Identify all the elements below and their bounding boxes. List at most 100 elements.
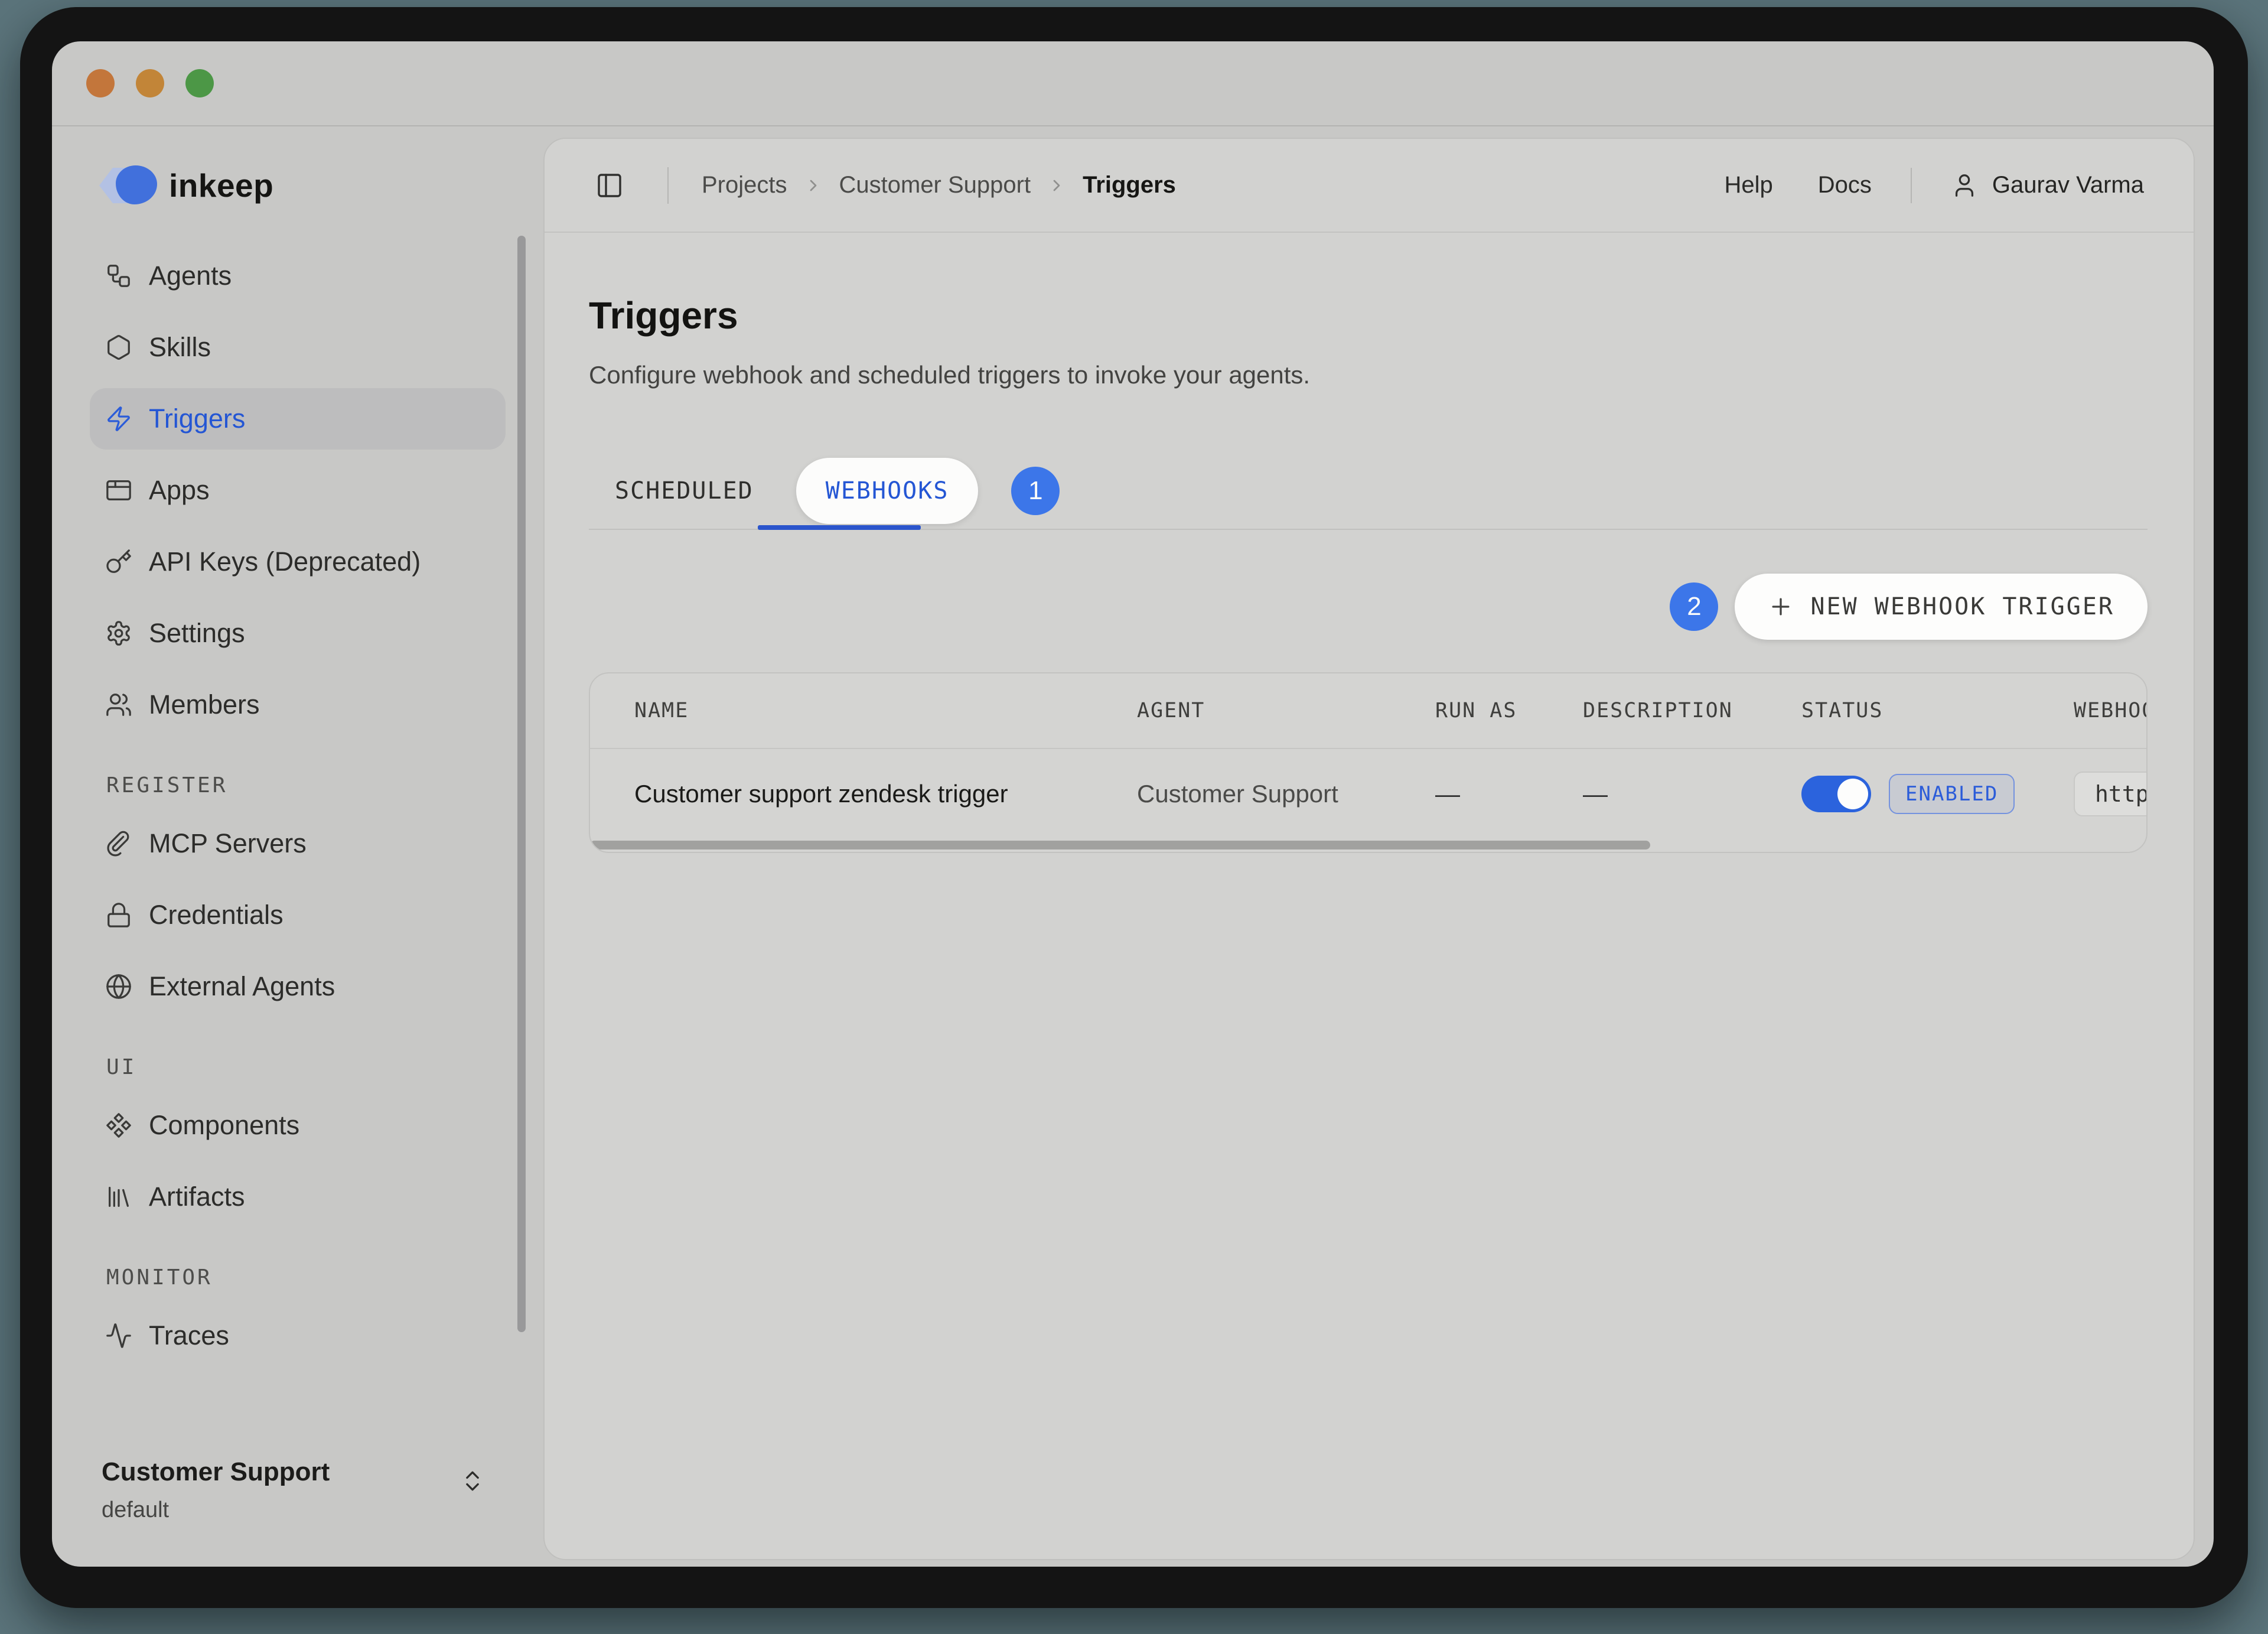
trigger-name[interactable]: Customer support zendesk trigger	[634, 780, 1137, 808]
sidebar-item-label: Traces	[149, 1320, 229, 1351]
header-divider	[667, 167, 669, 204]
sidebar-toggle-icon[interactable]	[595, 171, 624, 200]
sidebar: inkeep Agents Skills Triggers Apps	[52, 126, 543, 1567]
trigger-description: —	[1583, 780, 1801, 808]
library-icon	[105, 1183, 132, 1210]
trigger-webhook-cell: https	[2074, 772, 2148, 816]
help-link[interactable]: Help	[1724, 172, 1772, 198]
mcp-icon	[105, 830, 132, 857]
header-links: Help Docs	[1724, 172, 1871, 198]
main-panel: Projects Customer Support Triggers Help …	[543, 138, 2195, 1560]
sidebar-item-label: Members	[149, 689, 260, 720]
column-header-description: DESCRIPTION	[1583, 699, 1801, 722]
page-header: Projects Customer Support Triggers Help …	[545, 139, 2194, 233]
trigger-status-cell: ENABLED	[1801, 774, 2074, 814]
tabs-separator	[589, 529, 2148, 530]
column-header-name: NAME	[634, 699, 1137, 722]
table-header-row: NAME AGENT RUN AS DESCRIPTION STATUS WEB…	[590, 673, 2148, 749]
project-switcher[interactable]: Customer Support default	[102, 1457, 489, 1523]
status-badge: ENABLED	[1889, 774, 2015, 814]
tab-webhooks[interactable]: WEBHOOKS	[796, 458, 979, 524]
sidebar-item-mcp-servers[interactable]: MCP Servers	[90, 813, 506, 874]
app-window: inkeep Agents Skills Triggers Apps	[52, 41, 2214, 1567]
chevron-right-icon	[1047, 176, 1066, 195]
sidebar-item-label: Artifacts	[149, 1181, 245, 1212]
minimize-window-button[interactable]	[136, 69, 164, 97]
sidebar-item-agents[interactable]: Agents	[90, 245, 506, 307]
gear-icon	[105, 620, 132, 647]
globe-icon	[105, 973, 132, 1000]
app-window-icon	[105, 477, 132, 504]
scrollbar-thumb[interactable]	[590, 841, 1650, 849]
users-icon	[105, 691, 132, 718]
sidebar-item-settings[interactable]: Settings	[90, 603, 506, 664]
new-webhook-trigger-button[interactable]: NEW WEBHOOK TRIGGER	[1735, 574, 2148, 640]
zap-icon	[105, 405, 132, 432]
lock-icon	[105, 901, 132, 929]
tab-scheduled[interactable]: SCHEDULED	[589, 477, 780, 504]
sidebar-item-members[interactable]: Members	[90, 674, 506, 735]
sidebar-section-ui: UI	[90, 1055, 506, 1079]
sidebar-item-api-keys[interactable]: API Keys (Deprecated)	[90, 531, 506, 593]
sidebar-item-apps[interactable]: Apps	[90, 460, 506, 521]
status-toggle[interactable]	[1801, 776, 1871, 812]
sidebar-item-traces[interactable]: Traces	[90, 1305, 506, 1366]
chevrons-up-down-icon	[460, 1468, 485, 1494]
chevron-right-icon	[804, 176, 823, 195]
column-header-agent: AGENT	[1137, 699, 1435, 722]
sidebar-item-triggers[interactable]: Triggers	[90, 388, 506, 450]
inkeep-logo-text: inkeep	[169, 167, 273, 204]
trigger-agent: Customer Support	[1137, 780, 1435, 808]
tabs: SCHEDULED WEBHOOKS 1	[589, 458, 2148, 524]
page-content: Triggers Configure webhook and scheduled…	[545, 294, 2194, 853]
sidebar-scrollbar[interactable]	[517, 236, 526, 1332]
page-subtitle: Configure webhook and scheduled triggers…	[589, 361, 2148, 389]
inkeep-logo[interactable]: inkeep	[99, 165, 273, 206]
project-switcher-environment: default	[102, 1498, 489, 1523]
sidebar-item-label: Agents	[149, 261, 232, 291]
close-window-button[interactable]	[86, 69, 115, 97]
window-titlebar	[52, 41, 2214, 126]
triggers-table: NAME AGENT RUN AS DESCRIPTION STATUS WEB…	[589, 672, 2148, 853]
trigger-run-as: —	[1435, 780, 1583, 808]
desktop-background: inkeep Agents Skills Triggers Apps	[0, 0, 2268, 1634]
table-horizontal-scrollbar[interactable]	[590, 839, 2146, 852]
sidebar-item-credentials[interactable]: Credentials	[90, 884, 506, 946]
sidebar-nav: Agents Skills Triggers Apps API Keys (De…	[90, 245, 506, 1376]
table-row[interactable]: Customer support zendesk trigger Custome…	[590, 749, 2148, 839]
component-icon	[105, 1112, 132, 1139]
sidebar-item-label: Components	[149, 1110, 299, 1141]
new-webhook-trigger-label: NEW WEBHOOK TRIGGER	[1810, 593, 2114, 620]
breadcrumb: Projects Customer Support Triggers	[702, 172, 1176, 198]
docs-link[interactable]: Docs	[1818, 172, 1872, 198]
sidebar-section-monitor: MONITOR	[90, 1265, 506, 1290]
sidebar-item-label: Triggers	[149, 403, 245, 434]
column-header-run-as: RUN AS	[1435, 699, 1583, 722]
sidebar-item-label: Skills	[149, 332, 211, 363]
project-switcher-name: Customer Support	[102, 1457, 489, 1487]
sidebar-section-register: REGISTER	[90, 773, 506, 798]
user-menu[interactable]: Gaurav Varma	[1951, 172, 2144, 199]
zoom-window-button[interactable]	[185, 69, 214, 97]
sidebar-item-label: API Keys (Deprecated)	[149, 546, 421, 577]
hexagon-icon	[105, 334, 132, 361]
activity-icon	[105, 1322, 132, 1349]
column-header-webhook: WEBHOO	[2074, 699, 2148, 722]
sidebar-item-label: External Agents	[149, 971, 335, 1002]
sidebar-item-external-agents[interactable]: External Agents	[90, 956, 506, 1017]
user-name: Gaurav Varma	[1992, 172, 2144, 198]
sidebar-item-components[interactable]: Components	[90, 1095, 506, 1156]
new-trigger-step-badge: 2	[1670, 582, 1718, 631]
webhooks-step-badge: 1	[1011, 467, 1060, 515]
header-divider	[1911, 168, 1912, 203]
workflow-icon	[105, 262, 132, 289]
breadcrumb-projects[interactable]: Projects	[702, 172, 787, 198]
webhook-url-chip[interactable]: https	[2074, 772, 2148, 816]
sidebar-item-label: Credentials	[149, 900, 284, 930]
breadcrumb-customer-support[interactable]: Customer Support	[839, 172, 1031, 198]
sidebar-item-skills[interactable]: Skills	[90, 317, 506, 378]
sidebar-item-label: MCP Servers	[149, 828, 307, 859]
page-title: Triggers	[589, 294, 2148, 337]
sidebar-item-artifacts[interactable]: Artifacts	[90, 1166, 506, 1228]
window-controls	[86, 69, 214, 97]
